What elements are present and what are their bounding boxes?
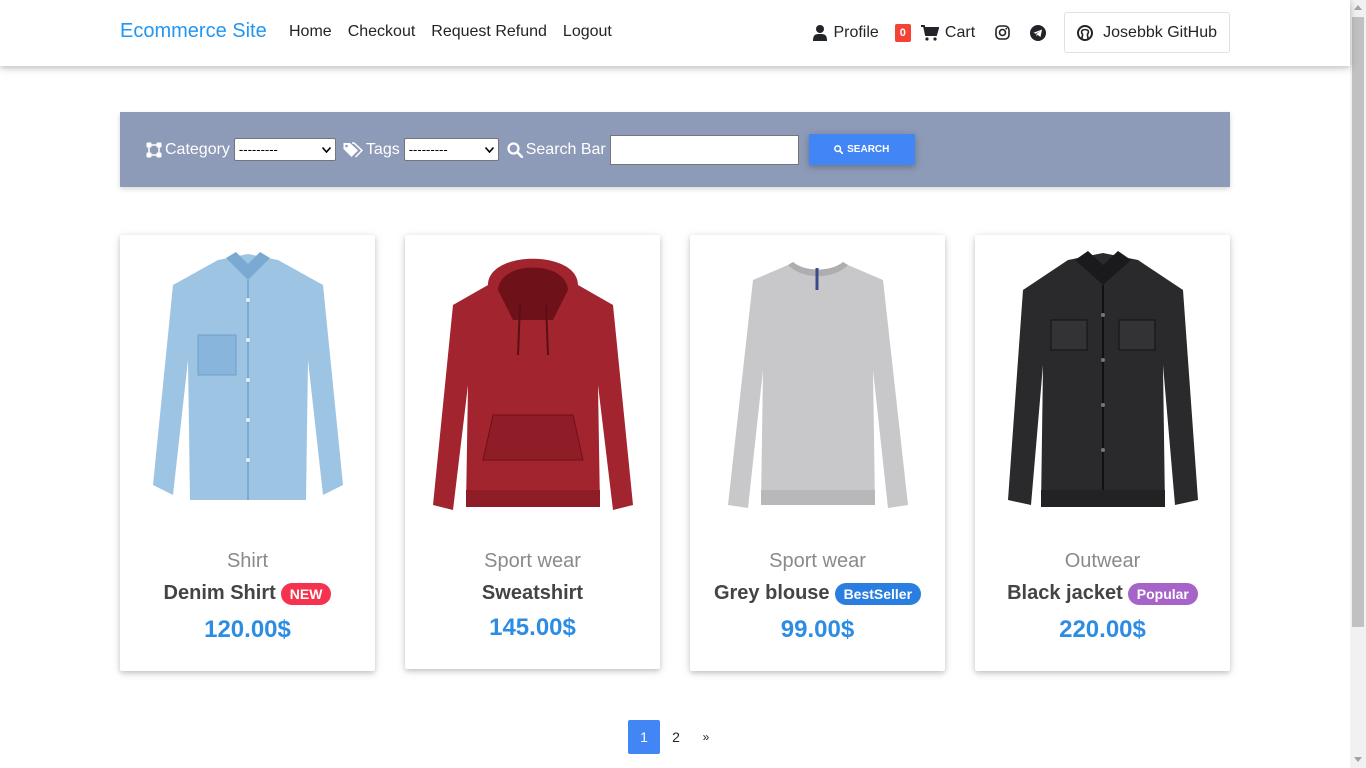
search-input[interactable] xyxy=(609,134,799,165)
product-price: 99.00$ xyxy=(780,616,855,643)
page-1-button[interactable]: 1 xyxy=(628,720,660,754)
nav-links: Home Checkout Request Refund Logout xyxy=(289,23,612,41)
tags-icon xyxy=(343,141,363,158)
product-price: 220.00$ xyxy=(1059,616,1146,643)
product-name-row: Sweatshirt xyxy=(405,582,660,605)
cart-count-badge: 0 xyxy=(894,23,911,42)
product-image-red-hoodie[interactable] xyxy=(405,235,660,525)
vector-square-icon xyxy=(146,142,162,157)
chevron-down-icon xyxy=(484,146,494,153)
pagination: 1 2 » xyxy=(628,720,720,754)
tags-select[interactable]: --------- xyxy=(403,138,499,161)
nav-right: Profile 0 Cart Josebbk GitHub xyxy=(799,12,1230,53)
product-name[interactable]: Grey blouse xyxy=(714,582,830,605)
instagram-link[interactable] xyxy=(995,25,1010,40)
next-page-button[interactable]: » xyxy=(692,720,720,754)
profile-link[interactable]: Profile xyxy=(813,23,879,42)
category-select-value: --------- xyxy=(238,142,278,157)
product-card[interactable]: Shirt Denim Shirt NEW 120.00$ xyxy=(120,235,375,671)
product-image-grey-sweater[interactable] xyxy=(690,235,945,525)
search-filter-label: Search Bar xyxy=(507,141,606,159)
category-filter-label: Category xyxy=(146,141,230,159)
product-card[interactable]: Outwear Black jacket Popular 220.00$ xyxy=(975,235,1230,671)
nav-link-request-refund[interactable]: Request Refund xyxy=(431,23,547,41)
product-name-row: Grey blouse BestSeller xyxy=(690,582,945,605)
product-name[interactable]: Black jacket xyxy=(1007,582,1123,605)
scroll-down-arrow-icon[interactable] xyxy=(1354,757,1362,762)
brand-link[interactable]: Ecommerce Site xyxy=(120,20,267,43)
product-card[interactable]: Sport wear Grey blouse BestSeller 99.00$ xyxy=(690,235,945,671)
popular-badge: Popular xyxy=(1127,582,1198,605)
tags-select-value: --------- xyxy=(408,142,448,157)
product-name-row: Black jacket Popular xyxy=(975,582,1230,605)
tags-filter-label: Tags xyxy=(343,141,400,159)
nav-link-logout[interactable]: Logout xyxy=(563,23,612,41)
product-price: 120.00$ xyxy=(204,616,291,643)
bestseller-badge: BestSeller xyxy=(834,582,922,605)
page-2-button[interactable]: 2 xyxy=(660,720,692,754)
search-icon xyxy=(834,145,844,154)
cart-label: Cart xyxy=(944,23,976,41)
product-image-denim-shirt[interactable] xyxy=(120,235,375,525)
nav-link-checkout[interactable]: Checkout xyxy=(348,23,416,41)
search-label: Search Bar xyxy=(525,140,606,158)
shopping-cart-icon xyxy=(920,24,939,41)
product-name-row: Denim Shirt NEW xyxy=(120,582,375,605)
scroll-up-arrow-icon[interactable] xyxy=(1354,5,1362,10)
github-label: Josebbk GitHub xyxy=(1103,23,1217,41)
search-button-label: SEARCH xyxy=(847,144,890,155)
telegram-icon xyxy=(1030,24,1047,41)
filter-bar: Category --------- Tags --------- Search… xyxy=(120,112,1230,187)
new-badge: NEW xyxy=(280,582,332,605)
search-button[interactable]: SEARCH xyxy=(808,134,915,165)
product-name[interactable]: Sweatshirt xyxy=(482,582,583,605)
product-category: Outwear xyxy=(1064,550,1141,572)
category-label: Category xyxy=(165,140,230,158)
chevron-down-icon xyxy=(321,146,331,153)
product-category: Shirt xyxy=(226,550,269,572)
product-category: Sport wear xyxy=(484,550,581,572)
category-select[interactable]: --------- xyxy=(233,138,336,161)
github-icon xyxy=(1077,24,1094,41)
vertical-scrollbar[interactable] xyxy=(1350,0,1366,768)
cart-link[interactable]: Cart xyxy=(920,23,976,42)
telegram-link[interactable] xyxy=(1030,24,1047,41)
tags-label: Tags xyxy=(365,140,400,158)
nav-link-home[interactable]: Home xyxy=(289,23,332,41)
instagram-icon xyxy=(995,25,1010,40)
product-name[interactable]: Denim Shirt xyxy=(164,582,276,605)
product-image-black-denim-jacket[interactable] xyxy=(975,235,1230,525)
navbar: Ecommerce Site Home Checkout Request Ref… xyxy=(0,0,1350,66)
scroll-thumb[interactable] xyxy=(1352,17,1364,627)
user-icon xyxy=(813,24,828,41)
product-card[interactable]: Sport wear Sweatshirt 145.00$ xyxy=(405,235,660,669)
product-price: 145.00$ xyxy=(489,614,576,641)
github-button[interactable]: Josebbk GitHub xyxy=(1064,12,1230,53)
search-icon xyxy=(507,141,523,158)
profile-label: Profile xyxy=(833,23,879,41)
product-category: Sport wear xyxy=(769,550,866,572)
